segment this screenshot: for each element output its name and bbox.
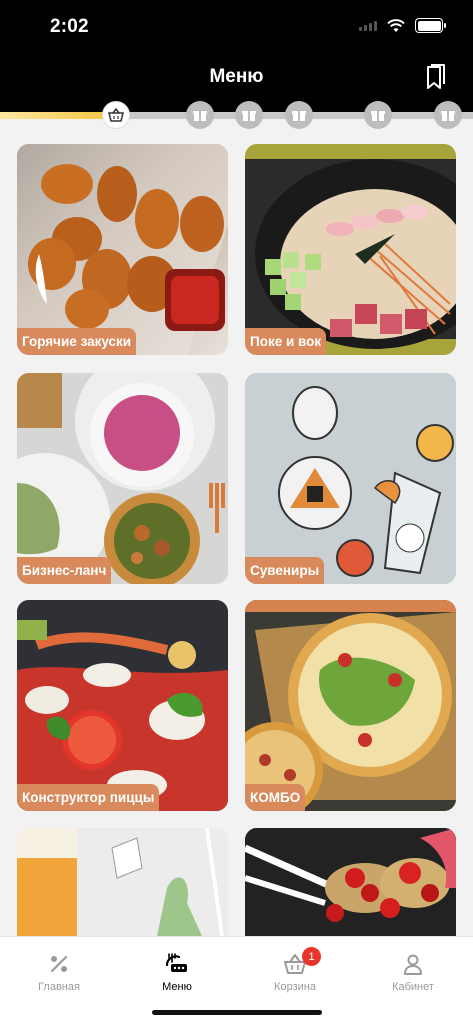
progress-step-basket[interactable] [102,101,130,129]
category-label: Поке и вок [245,328,327,355]
basket-icon [108,108,124,122]
business-lunch-image [17,373,228,584]
home-indicator[interactable] [152,1010,322,1015]
user-icon [404,954,422,975]
status-time: 2:02 [50,16,89,37]
page-title: Меню [209,66,264,87]
nav-item-account[interactable]: Кабинет [363,951,463,993]
category-label: Конструктор пиццы [17,784,160,811]
rolls-image [245,828,456,936]
reward-progress-fill [0,112,105,119]
category-label: Горячие закуски [17,328,137,355]
wifi-icon [387,18,405,32]
gift-icon [441,111,455,121]
category-card-souvenirs[interactable]: Сувениры [245,373,456,584]
poke-wok-image [245,159,456,349]
percent-icon [50,955,68,973]
nav-label: Кабинет [392,981,434,993]
gift-icon [193,111,207,121]
category-card-combo[interactable]: КОМБО [245,600,456,811]
pizza-constructor-image [17,600,228,811]
battery-icon [415,18,446,33]
gift-icon [292,111,306,121]
nav-label: Главная [38,981,80,993]
nav-item-menu[interactable]: Меню [127,951,227,993]
category-card-rolls[interactable] [245,828,456,936]
gift-icon [371,111,385,121]
bottom-nav: Главная Меню 1 Корзина Кабинет [0,936,473,1024]
nav-label: Корзина [274,981,316,993]
category-card-hot-snacks[interactable]: Горячие закуски [17,144,228,355]
menu-food-icon [165,953,187,972]
category-card-pizza-constructor[interactable]: Конструктор пиццы [17,600,228,811]
category-card-poke-wok[interactable]: Поке и вок [245,144,456,355]
progress-step-gift[interactable] [364,101,392,129]
nav-item-home[interactable]: Главная [9,951,109,993]
souvenirs-image [245,373,456,584]
nav-item-cart[interactable]: 1 Корзина [245,947,345,993]
category-label: КОМБО [245,784,306,811]
header: 2:02 Меню [0,0,473,112]
combo-image [245,600,456,811]
category-label: Сувениры [245,557,325,584]
bookmarks-button[interactable] [423,64,447,92]
category-card-business-lunch[interactable]: Бизнес-ланч [17,373,228,584]
progress-step-gift[interactable] [285,101,313,129]
category-label: Бизнес-ланч [17,557,112,584]
drinks-image [17,828,228,936]
nav-label: Меню [162,981,192,993]
hot-snacks-image [17,144,228,355]
status-icons [359,18,446,33]
signal-icon [359,20,377,31]
progress-step-gift[interactable] [186,101,214,129]
progress-step-gift[interactable] [434,101,462,129]
cart-count-badge: 1 [302,947,321,966]
category-card-drinks[interactable] [17,828,228,936]
gift-icon [242,111,256,121]
progress-step-gift[interactable] [235,101,263,129]
